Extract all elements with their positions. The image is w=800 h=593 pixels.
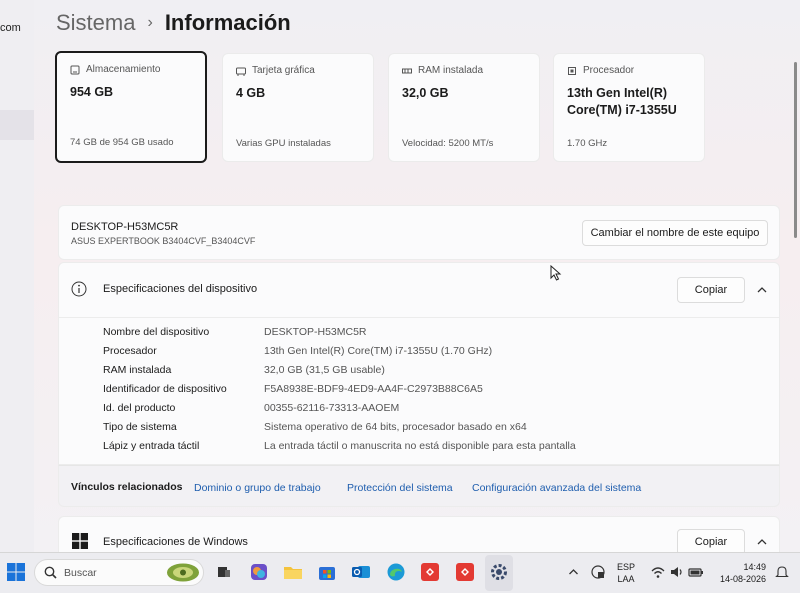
spec-value: F5A8938E-BDF9-4ED9-AA4F-C2973B88C6A5 — [264, 383, 483, 395]
page-title: Información — [164, 10, 291, 35]
ram-card-value: 32,0 GB — [402, 86, 449, 100]
gpu-card-sub: Varias GPU instaladas — [236, 138, 331, 149]
anydesk-icon[interactable] — [455, 562, 475, 582]
rename-pc-button[interactable]: Cambiar el nombre de este equipo — [582, 220, 768, 246]
spec-label: Tipo de sistema — [103, 421, 177, 433]
notification-bell-icon[interactable] — [775, 565, 789, 579]
spec-label: Procesador — [103, 345, 157, 357]
spec-value: 00355-62116-73313-AAOEM — [264, 402, 400, 414]
cpu-card-value-line1: 13th Gen Intel(R) — [567, 86, 668, 100]
mouse-cursor-icon — [550, 265, 562, 281]
outlook-icon[interactable] — [351, 562, 371, 582]
breadcrumb-parent[interactable]: Sistema — [56, 10, 135, 36]
input-language-indicator[interactable]: ESP LAA — [617, 561, 635, 585]
nav-partial-text: com — [0, 22, 21, 34]
start-button-icon[interactable] — [6, 562, 26, 582]
cpu-icon — [568, 66, 576, 75]
tray-app-icon[interactable] — [590, 564, 606, 580]
nav-selected-item[interactable] — [0, 110, 34, 140]
device-specs-panel: Especificaciones del dispositivo Copiar … — [58, 262, 780, 465]
chevron-up-icon[interactable] — [756, 536, 768, 548]
language-code: ESP — [617, 562, 636, 572]
cpu-card-value: 13th Gen Intel(R) Core(TM) i7-1355U — [567, 85, 677, 119]
task-view-icon[interactable] — [214, 562, 234, 582]
spec-label: Id. del producto — [103, 402, 176, 414]
device-specs-header[interactable]: Especificaciones del dispositivo Copiar — [59, 263, 779, 318]
spec-value: 13th Gen Intel(R) Core(TM) i7-1355U (1.7… — [264, 345, 493, 357]
wifi-icon[interactable] — [650, 564, 666, 580]
windows-specs-title: Especificaciones de Windows — [103, 536, 248, 548]
chevron-up-icon[interactable] — [756, 284, 768, 296]
gpu-card-value: 4 GB — [236, 86, 266, 100]
clock-date: 14-08-2026 — [719, 574, 766, 584]
breadcrumb: Sistema › Información — [56, 10, 291, 36]
windows-specs-panel[interactable]: Especificaciones de Windows Copiar — [58, 516, 780, 552]
ram-card[interactable]: RAM instalada 32,0 GB Velocidad: 5200 MT… — [388, 53, 540, 162]
ram-icon — [402, 68, 412, 73]
gpu-card[interactable]: Tarjeta gráfica 4 GB Varias GPU instalad… — [222, 53, 374, 162]
anydesk-icon[interactable] — [420, 562, 440, 582]
scrollbar[interactable] — [794, 62, 797, 238]
info-icon — [71, 281, 87, 297]
taskbar: Buscar ESP LAA 14:49 14-08-2026 — [0, 552, 800, 593]
cpu-card-value-line2: Core(TM) i7-1355U — [567, 103, 677, 117]
spec-value: DESKTOP-H53MC5R — [264, 326, 367, 338]
spec-label: Lápiz y entrada táctil — [103, 440, 200, 452]
device-model: ASUS EXPERTBOOK B3404CVF_B3404CVF — [71, 236, 256, 246]
storage-card-value: 954 GB — [70, 85, 114, 99]
settings-gear-icon[interactable] — [489, 562, 509, 582]
search-placeholder: Buscar — [64, 567, 97, 579]
cpu-card-title: Procesador — [583, 65, 635, 76]
copilot-icon[interactable] — [249, 562, 269, 582]
copy-device-specs-button[interactable]: Copiar — [677, 277, 745, 303]
storage-card[interactable]: Almacenamiento 954 GB 74 GB de 954 GB us… — [55, 51, 207, 163]
taskbar-search-box[interactable]: Buscar — [34, 559, 204, 586]
file-explorer-icon[interactable] — [283, 562, 303, 582]
volume-icon[interactable] — [669, 564, 685, 580]
spec-value: 32,0 GB (31,5 GB usable) — [264, 364, 385, 376]
spec-label: RAM instalada — [103, 364, 172, 376]
link-advanced-system-settings[interactable]: Configuración avanzada del sistema — [472, 482, 641, 494]
clock-time: 14:49 — [743, 562, 766, 572]
nav-pane: com — [0, 0, 34, 552]
link-system-protection[interactable]: Protección del sistema — [347, 482, 453, 494]
battery-icon[interactable] — [688, 564, 704, 580]
gpu-icon — [236, 67, 246, 76]
cpu-card-sub: 1.70 GHz — [567, 138, 608, 149]
ram-card-sub: Velocidad: 5200 MT/s — [402, 138, 494, 149]
search-icon — [44, 566, 57, 579]
storage-card-sub: 74 GB de 954 GB usado — [70, 137, 174, 148]
breadcrumb-separator: › — [147, 14, 153, 31]
taskbar-clock[interactable]: 14:49 14-08-2026 — [714, 561, 766, 585]
edge-browser-icon[interactable] — [386, 562, 406, 582]
related-links-label: Vínculos relacionados — [71, 481, 183, 493]
spec-label: Identificador de dispositivo — [103, 383, 227, 395]
ram-card-title: RAM instalada — [418, 65, 484, 76]
show-hidden-icons-chevron-icon[interactable] — [568, 567, 579, 577]
device-name: DESKTOP-H53MC5R — [71, 221, 179, 233]
microsoft-store-icon[interactable] — [317, 562, 337, 582]
windows-logo-icon — [72, 533, 88, 549]
spec-value: La entrada táctil o manuscrita no está d… — [264, 440, 576, 452]
settings-window: com Sistema › Información Almacenamiento… — [0, 0, 800, 552]
gpu-card-title: Tarjeta gráfica — [252, 65, 315, 76]
spec-value: Sistema operativo de 64 bits, procesador… — [264, 421, 527, 433]
device-specs-title: Especificaciones del dispositivo — [103, 283, 258, 295]
copy-windows-specs-button[interactable]: Copiar — [677, 529, 745, 552]
link-domain-workgroup[interactable]: Dominio o grupo de trabajo — [194, 482, 321, 494]
device-name-panel: DESKTOP-H53MC5R ASUS EXPERTBOOK B3404CVF… — [58, 205, 780, 260]
storage-card-title: Almacenamiento — [86, 64, 161, 75]
keyboard-layout-code: LAA — [617, 574, 635, 584]
storage-icon — [70, 65, 80, 74]
spec-label: Nombre del dispositivo — [103, 326, 210, 338]
search-highlight-icon — [167, 563, 199, 582]
cpu-card[interactable]: Procesador 13th Gen Intel(R) Core(TM) i7… — [553, 53, 705, 162]
related-links-bar: Vínculos relacionados Dominio o grupo de… — [58, 465, 780, 507]
